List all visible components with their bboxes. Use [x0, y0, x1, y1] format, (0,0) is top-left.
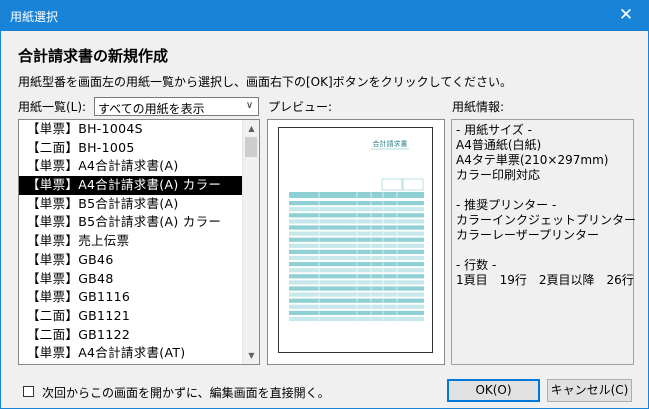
paper-list-item[interactable]: 【単票】GB1116 [19, 288, 243, 307]
paper-list-item[interactable]: 【二面】GB1122 [19, 326, 243, 345]
chevron-down-icon[interactable]: ∨ [241, 98, 258, 115]
close-icon[interactable]: ✕ [604, 1, 648, 31]
paper-list-label: 用紙一覧(L): [18, 100, 87, 114]
info-line: - 推奨プリンター - [456, 198, 557, 212]
paper-info-label: 用紙情報: [452, 100, 505, 114]
list-scrollbar[interactable]: ▲ ▼ [242, 120, 259, 364]
ok-button[interactable]: OK(O) [447, 379, 540, 402]
info-line: カラー印刷対応 [456, 168, 541, 182]
paper-list-item[interactable]: 【二面】BH-1005 [19, 139, 243, 158]
info-line: 1頁目 19行 2頁目以降 26行 [456, 273, 634, 287]
paper-list-item[interactable]: 【単票】B5合計請求書(A) [19, 195, 243, 214]
info-line: A4普通紙(白紙) [456, 138, 542, 152]
paper-list-item[interactable]: 【二面】GB1121 [19, 307, 243, 326]
preview-paper-title: 合計請求書 [373, 139, 408, 148]
paper-list-item[interactable]: 【単票】A4合計請求書(A) [19, 157, 243, 176]
scroll-down-icon[interactable]: ▼ [243, 347, 259, 364]
paper-preview: 合計請求書 [278, 127, 433, 353]
skip-dialog-label[interactable]: 次回からこの画面を開かずに、編集画面を直接開く。 [42, 384, 330, 401]
paper-list-item[interactable]: 【単票】B5合計請求書(A) カラー [19, 213, 243, 232]
instruction-text: 用紙型番を画面左の用紙一覧から選択し、画面右下の[OK]ボタンをクリックしてくだ… [18, 75, 512, 89]
paper-filter-value: すべての用紙を表示 [98, 102, 205, 116]
paper-list-item[interactable]: 【単票】BH-1004S [19, 120, 243, 139]
scroll-thumb[interactable] [245, 137, 257, 157]
title-bar: 用紙選択 ✕ [1, 1, 648, 31]
info-line [456, 183, 629, 198]
skip-dialog-checkbox[interactable] [23, 386, 34, 397]
paper-list-items: 【単票】BH-1004S 【二面】BH-1005 【単票】A4合計請求書(A) 【単票… [19, 120, 243, 365]
cancel-button[interactable]: キャンセル(C) [547, 379, 632, 402]
info-line: カラーインクジェットプリンター [456, 213, 637, 227]
paper-info-pane: - 用紙サイズ - A4普通紙(白紙) A4タテ単票(210×297mm) カラー印刷… [451, 119, 637, 365]
info-line: - 行数 - [456, 258, 497, 272]
info-line [456, 243, 629, 258]
paper-listbox[interactable]: 【単票】BH-1004S 【二面】BH-1005 【単票】A4合計請求書(A) 【単票… [18, 119, 260, 365]
dialog-heading: 合計請求書の新規作成 [18, 47, 169, 65]
info-line: カラーレーザープリンター [456, 228, 600, 242]
info-line: - 用紙サイズ - [456, 123, 532, 137]
info-line: A4タテ単票(210×297mm) [456, 153, 609, 167]
paper-filter-dropdown[interactable]: すべての用紙を表示 ∨ [94, 97, 259, 116]
window-title: 用紙選択 [10, 10, 59, 24]
preview-label: プレビュー: [268, 100, 333, 114]
paper-list-item[interactable]: 【単票】A4合計請求書(AT) [19, 344, 243, 363]
paper-thumbnail: 合計請求書 [289, 139, 424, 324]
scroll-up-icon[interactable]: ▲ [243, 120, 259, 137]
paper-list-item[interactable]: 【単票】A4合計請求書(AT) カラー [19, 363, 243, 365]
paper-list-item[interactable]: 【単票】GB46 [19, 251, 243, 270]
paper-list-item[interactable]: 【単票】売上伝票 [19, 232, 243, 251]
paper-list-item[interactable]: 【単票】GB48 [19, 270, 243, 289]
paper-list-item[interactable]: 【単票】A4合計請求書(A) カラー [19, 176, 243, 195]
paper-select-dialog: 用紙選択 ✕ 合計請求書の新規作成 用紙型番を画面左の用紙一覧から選択し、画面右… [0, 0, 649, 409]
preview-pane: 合計請求書 [267, 119, 445, 365]
preview-table-grid [289, 192, 424, 324]
